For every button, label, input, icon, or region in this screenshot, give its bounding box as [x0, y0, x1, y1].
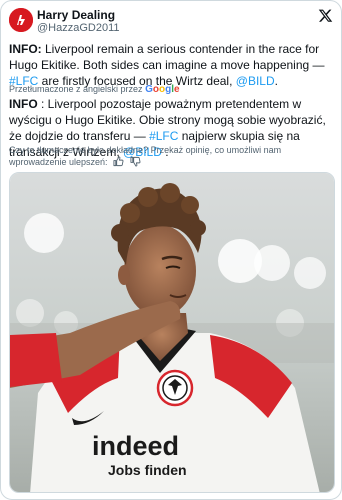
thumbs-down-icon[interactable] [130, 156, 141, 167]
translated-by-text: Przetłumaczone z angielski przez [9, 84, 143, 94]
tweet-text: INFO: Liverpool remain a serious contend… [9, 41, 335, 89]
tweet-header: Harry Dealing @HazzaGD2011 [9, 8, 333, 36]
tweet-photo[interactable]: indeed Jobs finden [9, 172, 335, 493]
translated-by-label: Przetłumaczone z angielski przez Google [9, 84, 180, 95]
tweet-lead: INFO: [9, 42, 42, 56]
x-logo-icon[interactable] [318, 8, 333, 23]
author-names: Harry Dealing @HazzaGD2011 [37, 9, 120, 35]
tweet-text-part: . [274, 74, 278, 88]
author-handle[interactable]: @HazzaGD2011 [37, 22, 120, 35]
author-display-name[interactable]: Harry Dealing [37, 9, 120, 22]
feedback-prompt: Czy to tłumaczenie było dokładne? Przeka… [9, 145, 282, 167]
tweet-card[interactable]: Harry Dealing @HazzaGD2011 INFO: Liverpo… [0, 0, 342, 500]
avatar[interactable] [9, 8, 33, 32]
sponsor-logo-text: indeed [92, 431, 179, 461]
sponsor-tagline: Jobs finden [108, 462, 187, 478]
tweet-text-part: Liverpool remain a serious contender in … [9, 42, 325, 72]
hashtag-link[interactable]: #LFC [149, 129, 178, 143]
translation-feedback: Czy to tłumaczenie było dokładne? Przeka… [9, 144, 335, 168]
mention-link[interactable]: @BILD [236, 74, 275, 88]
thumbs-up-icon[interactable] [113, 156, 124, 167]
avatar-logo-icon [9, 8, 33, 32]
translated-lead: INFO [9, 97, 38, 111]
google-logo: Google [145, 84, 180, 95]
player-photo: indeed Jobs finden [10, 173, 334, 492]
